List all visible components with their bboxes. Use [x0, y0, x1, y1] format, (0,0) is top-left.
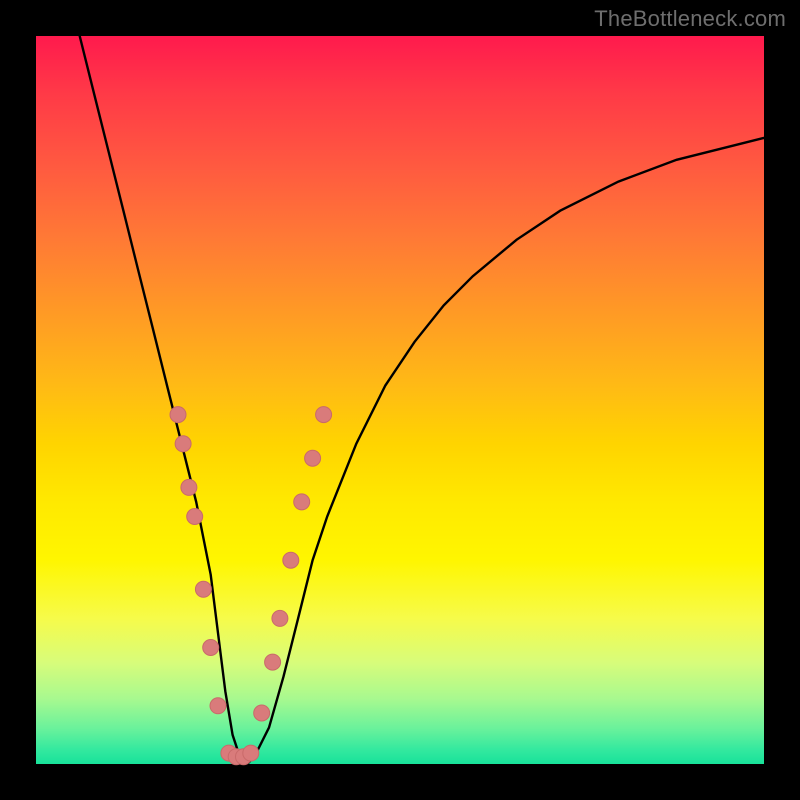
curve-marker — [254, 705, 270, 721]
curve-marker — [316, 407, 332, 423]
bottleneck-curve-path — [80, 36, 764, 764]
curve-marker — [283, 552, 299, 568]
curve-marker — [243, 745, 259, 761]
curve-marker — [175, 436, 191, 452]
curve-marker — [181, 479, 197, 495]
curve-marker — [195, 581, 211, 597]
curve-svg — [36, 36, 764, 764]
curve-marker — [294, 494, 310, 510]
curve-marker — [272, 610, 288, 626]
curve-marker — [203, 640, 219, 656]
curve-marker — [210, 698, 226, 714]
curve-marker — [187, 509, 203, 525]
chart-frame: TheBottleneck.com — [0, 0, 800, 800]
watermark-text: TheBottleneck.com — [594, 6, 786, 32]
curve-marker — [170, 407, 186, 423]
curve-marker — [305, 450, 321, 466]
curve-marker — [265, 654, 281, 670]
plot-area — [36, 36, 764, 764]
